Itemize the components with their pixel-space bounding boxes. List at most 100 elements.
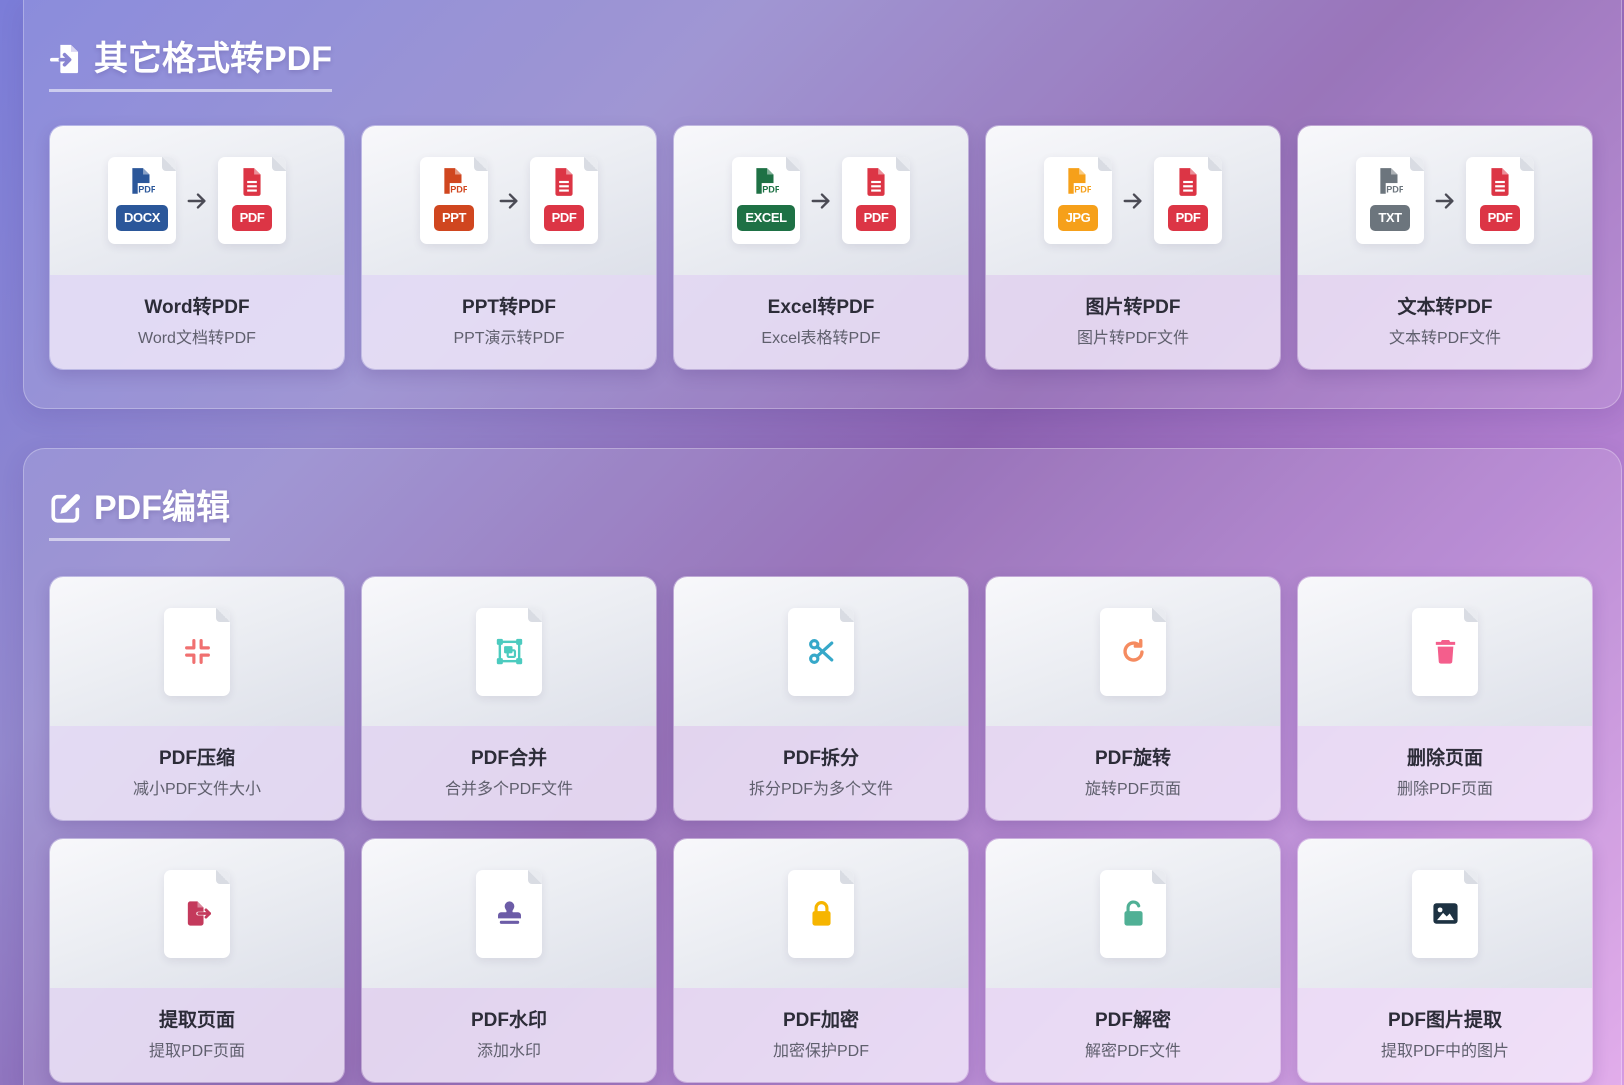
trash-icon: [1435, 640, 1455, 664]
source-document-icon: PDF DOCX: [108, 157, 176, 244]
section-title-text: PDF编辑: [94, 489, 230, 527]
pdf-file-icon: [243, 168, 261, 196]
source-document-icon: PDF PPT: [420, 157, 488, 244]
section-format-to-pdf: 其它格式转PDF PDF DOCX PDF Word转PDF Word文档转PD…: [23, 0, 1622, 409]
edit-icon: [51, 494, 81, 523]
target-document-icon: PDF: [1154, 157, 1222, 244]
card-illustration: PDF PPT PDF: [362, 126, 656, 275]
card-ppt-to-pdf[interactable]: PDF PPT PDF PPT转PDF PPT演示转PDF: [361, 125, 657, 370]
card-text: 删除页面 删除PDF页面: [1298, 726, 1592, 820]
section-title: 其它格式转PDF: [49, 39, 332, 92]
card-text: PDF压缩 减小PDF文件大小: [50, 726, 344, 820]
document-icon: [1412, 607, 1478, 696]
pdf-file-icon: [555, 168, 573, 196]
card-title: 图片转PDF: [1085, 297, 1181, 318]
document-icon: [788, 869, 854, 958]
document-icon: [1412, 869, 1478, 958]
card-illustration: PDF DOCX PDF: [50, 126, 344, 275]
document-icon: [476, 869, 542, 958]
card-text-to-pdf[interactable]: PDF TXT PDF 文本转PDF 文本转PDF文件: [1297, 125, 1593, 370]
card-pdf-split[interactable]: PDF拆分 拆分PDF为多个文件: [673, 576, 969, 821]
glyph-label: PDF: [450, 185, 467, 195]
target-document-icon: PDF: [530, 157, 598, 244]
card-illustration: PDF TXT PDF: [1298, 126, 1592, 275]
document-icon: [1100, 869, 1166, 958]
card-illustration: [50, 577, 344, 726]
card-title: PDF合并: [470, 748, 547, 769]
document-icon: [788, 607, 854, 696]
word-file-icon: PDF: [132, 168, 155, 196]
source-format-badge: EXCEL: [737, 205, 795, 231]
card-title: PDF旋转: [1094, 748, 1171, 769]
card-subtitle: Excel表格转PDF: [761, 330, 881, 347]
card-subtitle: 拆分PDF为多个文件: [748, 781, 893, 798]
card-text: PDF水印 添加水印: [362, 988, 656, 1082]
card-title: PDF图片提取: [1387, 1010, 1502, 1031]
card-subtitle: 旋转PDF页面: [1084, 781, 1181, 798]
card-illustration: [986, 577, 1280, 726]
card-pdf-image-extract[interactable]: PDF图片提取 提取PDF中的图片: [1297, 838, 1593, 1083]
edit-tools-grid: PDF压缩 减小PDF文件大小 PDF合并 合并多个PDF文件 PDF拆分 拆分…: [49, 576, 1621, 1083]
card-text: PDF加密 加密保护PDF: [674, 988, 968, 1082]
card-pdf-encrypt[interactable]: PDF加密 加密保护PDF: [673, 838, 969, 1083]
section-title-text: 其它格式转PDF: [94, 40, 332, 78]
section-title: PDF编辑: [49, 488, 230, 541]
target-format-badge: PDF: [1167, 205, 1209, 231]
card-subtitle: 添加水印: [476, 1043, 541, 1060]
glyph-label: PDF: [1074, 185, 1091, 195]
card-text: 文本转PDF 文本转PDF文件: [1298, 275, 1592, 369]
card-title: 删除页面: [1406, 748, 1483, 769]
card-extract-pages[interactable]: 提取页面 提取PDF页面: [49, 838, 345, 1083]
card-pdf-watermark[interactable]: PDF水印 添加水印: [361, 838, 657, 1083]
target-format-badge: PDF: [855, 205, 897, 231]
target-document-icon: PDF: [842, 157, 910, 244]
card-word-to-pdf[interactable]: PDF DOCX PDF Word转PDF Word文档转PDF: [49, 125, 345, 370]
arrow-right-icon: [811, 192, 830, 209]
card-subtitle: 减小PDF文件大小: [132, 781, 261, 798]
ppt-file-icon: PDF: [444, 168, 467, 196]
file-export-icon: [187, 901, 211, 926]
card-subtitle: 提取PDF中的图片: [1380, 1043, 1509, 1060]
source-format-badge: DOCX: [116, 205, 168, 231]
card-title: PDF拆分: [782, 748, 859, 769]
stamp-icon: [497, 901, 521, 924]
card-text: Word转PDF Word文档转PDF: [50, 275, 344, 369]
card-text: PDF图片提取 提取PDF中的图片: [1298, 988, 1592, 1082]
card-delete-pages[interactable]: 删除页面 删除PDF页面: [1297, 576, 1593, 821]
file-import-icon: [49, 44, 79, 74]
card-illustration: [1298, 839, 1592, 988]
card-title: PDF压缩: [158, 748, 235, 769]
card-pdf-decrypt[interactable]: PDF解密 解密PDF文件: [985, 838, 1281, 1083]
arrow-right-icon: [1123, 192, 1142, 209]
card-pdf-compress[interactable]: PDF压缩 减小PDF文件大小: [49, 576, 345, 821]
image-file-icon: PDF: [1068, 168, 1091, 196]
card-illustration: PDF JPG PDF: [986, 126, 1280, 275]
card-subtitle: PPT演示转PDF: [453, 330, 565, 347]
card-pdf-merge[interactable]: PDF合并 合并多个PDF文件: [361, 576, 657, 821]
target-document-icon: PDF: [1466, 157, 1534, 244]
document-icon: [1100, 607, 1166, 696]
card-subtitle: 删除PDF页面: [1396, 781, 1493, 798]
glyph-label: PDF: [1386, 185, 1403, 195]
card-subtitle: 合并多个PDF文件: [444, 781, 573, 798]
card-title: 文本转PDF: [1397, 297, 1493, 318]
source-format-badge: JPG: [1057, 205, 1099, 231]
target-format-badge: PDF: [1479, 205, 1521, 231]
arrow-right-icon: [187, 192, 206, 209]
card-excel-to-pdf[interactable]: PDF EXCEL PDF Excel转PDF Excel表格转PDF: [673, 125, 969, 370]
section-pdf-edit: PDF编辑 PDF压缩 减小PDF文件大小 PDF合并 合并多个PDF文件 PD…: [23, 448, 1622, 1085]
card-title: PDF水印: [470, 1010, 547, 1031]
target-format-badge: PDF: [231, 205, 273, 231]
card-title: Word转PDF: [144, 297, 250, 318]
card-subtitle: 图片转PDF文件: [1076, 330, 1189, 347]
text-file-icon: PDF: [1380, 168, 1403, 196]
excel-file-icon: PDF: [756, 168, 779, 196]
card-text: PDF拆分 拆分PDF为多个文件: [674, 726, 968, 820]
card-illustration: [1298, 577, 1592, 726]
pdf-file-icon: [1179, 168, 1197, 196]
card-illustration: [362, 577, 656, 726]
card-image-to-pdf[interactable]: PDF JPG PDF 图片转PDF 图片转PDF文件: [985, 125, 1281, 370]
card-illustration: [986, 839, 1280, 988]
card-pdf-rotate[interactable]: PDF旋转 旋转PDF页面: [985, 576, 1281, 821]
card-title: 提取页面: [158, 1010, 235, 1031]
